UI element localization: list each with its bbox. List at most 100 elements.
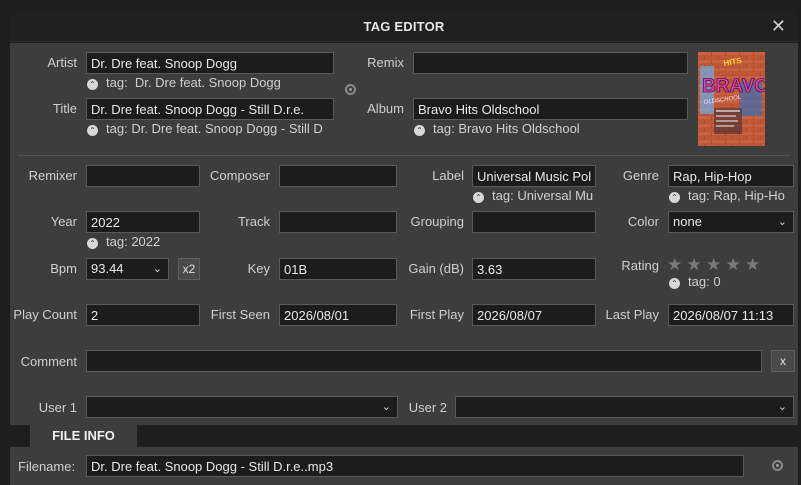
- tag-prefix: tag:: [688, 274, 710, 289]
- grouping-label: Grouping: [410, 214, 464, 229]
- section-divider: [18, 155, 790, 156]
- filename-label: Filename:: [18, 459, 76, 474]
- tag-prefix: tag:: [433, 121, 455, 136]
- chevron-up-circle-icon[interactable]: ⌃: [669, 278, 680, 289]
- user1-label: User 1: [38, 400, 77, 415]
- year-input[interactable]: [86, 211, 200, 233]
- user2-label: User 2: [408, 400, 447, 415]
- album-tag: ⌃ tag: Bravo Hits Oldschool: [414, 121, 689, 136]
- album-cover-art: HITS BRAVO OLDSCHOOL: [698, 52, 765, 146]
- file-info-section: Filename:: [10, 447, 798, 485]
- record-label-tag-value: Universal Mu: [517, 188, 594, 203]
- album-tag-value: Bravo Hits Oldschool: [458, 121, 580, 136]
- star-icon[interactable]: ★: [667, 255, 682, 275]
- bpm-select[interactable]: 93.44 ⌄: [86, 258, 169, 280]
- genre-tag-value: Rap, Hip-Ho: [713, 188, 785, 203]
- user2-select[interactable]: ⌄: [455, 396, 794, 418]
- tag-fields-panel: Artist ⌃ tag: Dr. Dre feat. Snoop Dogg Re…: [10, 43, 798, 425]
- chevron-down-icon: ⌄: [777, 401, 787, 413]
- tag-editor-window: TAG EDITOR ✕ Artist ⌃ tag: Dr. Dre feat. …: [0, 0, 801, 485]
- file-info-toggle-radio[interactable]: [772, 460, 783, 471]
- filename-input[interactable]: [86, 455, 744, 477]
- key-input[interactable]: [279, 258, 397, 280]
- star-icon[interactable]: ★: [745, 255, 760, 275]
- year-tag-value: 2022: [131, 234, 161, 249]
- artist-label: Artist: [47, 55, 77, 70]
- star-icon[interactable]: ★: [687, 255, 702, 275]
- grouping-input[interactable]: [472, 211, 596, 233]
- tab-file-info[interactable]: FILE INFO: [30, 425, 137, 447]
- label-label: Label: [432, 168, 464, 183]
- chevron-down-icon: ⌄: [152, 263, 162, 275]
- first-play-input[interactable]: [472, 304, 596, 326]
- genre-label: Genre: [622, 168, 659, 183]
- album-cover-image[interactable]: HITS BRAVO OLDSCHOOL: [698, 52, 765, 146]
- first-seen-input[interactable]: [279, 304, 397, 326]
- cover-brand-text: BRAVO: [702, 76, 765, 97]
- remix-label: Remix: [367, 55, 404, 70]
- rating-tag: ⌃ tag: 0: [669, 274, 795, 289]
- rating-stars[interactable]: ★ ★ ★ ★ ★: [667, 255, 777, 275]
- year-tag: ⌃ tag: 2022: [87, 234, 207, 249]
- color-label: Color: [627, 214, 659, 229]
- title-input[interactable]: [86, 98, 334, 120]
- genre-input[interactable]: [668, 165, 794, 187]
- gain-label: Gain (dB): [408, 261, 464, 276]
- remixer-label: Remixer: [28, 168, 77, 183]
- artist-tag-value: Dr. Dre feat. Snoop Dogg: [134, 75, 281, 90]
- genre-tag: ⌃ tag: Rap, Hip-Ho: [669, 188, 795, 203]
- color-select-value: none: [673, 214, 702, 229]
- remixer-input[interactable]: [86, 165, 200, 187]
- window-title: TAG EDITOR: [363, 19, 445, 34]
- star-icon[interactable]: ★: [706, 255, 721, 275]
- chevron-up-circle-icon[interactable]: ⌃: [87, 79, 98, 90]
- clear-comment-button[interactable]: x: [771, 350, 795, 372]
- comment-input[interactable]: [86, 350, 762, 372]
- title-label: Title: [52, 101, 77, 116]
- artist-input[interactable]: [86, 52, 334, 74]
- star-icon[interactable]: ★: [726, 255, 741, 275]
- rating-label: Rating: [621, 258, 659, 273]
- last-play-label: Last Play: [605, 307, 659, 322]
- play-count-label: Play Count: [13, 307, 77, 322]
- first-seen-label: First Seen: [210, 307, 270, 322]
- tag-prefix: tag:: [492, 188, 514, 203]
- title-tag: ⌃ tag: Dr. Dre feat. Snoop Dogg - Still D: [87, 121, 337, 136]
- composer-label: Composer: [210, 168, 270, 183]
- bpm-value: 93.44: [91, 261, 124, 276]
- track-input[interactable]: [279, 211, 397, 233]
- title-tag-value: Dr. Dre feat. Snoop Dogg - Still D: [131, 121, 323, 136]
- tag-prefix: tag:: [106, 75, 128, 90]
- record-label-input[interactable]: [472, 165, 596, 187]
- track-label: Track: [237, 214, 270, 229]
- bpm-label: Bpm: [50, 261, 77, 276]
- chevron-up-circle-icon[interactable]: ⌃: [414, 125, 425, 136]
- close-icon[interactable]: ✕: [771, 16, 786, 37]
- chevron-up-circle-icon[interactable]: ⌃: [473, 192, 484, 203]
- play-count-input[interactable]: [86, 304, 200, 326]
- tag-prefix: tag:: [688, 188, 710, 203]
- rating-tag-value: 0: [713, 274, 721, 289]
- record-label-tag: ⌃ tag: Universal Mu: [473, 188, 596, 203]
- artist-title-link-radio[interactable]: [345, 84, 356, 95]
- album-input[interactable]: [413, 98, 688, 120]
- chevron-up-circle-icon[interactable]: ⌃: [669, 192, 680, 203]
- last-play-input[interactable]: [668, 304, 794, 326]
- artist-tag: ⌃ tag: Dr. Dre feat. Snoop Dogg: [87, 75, 337, 90]
- bpm-x2-button[interactable]: x2: [178, 258, 200, 280]
- chevron-up-circle-icon[interactable]: ⌃: [87, 238, 98, 249]
- chevron-down-icon: ⌄: [381, 401, 391, 413]
- color-select[interactable]: none ⌄: [668, 211, 794, 233]
- remix-input[interactable]: [413, 52, 688, 74]
- user1-select[interactable]: ⌄: [86, 396, 398, 418]
- gain-input[interactable]: [472, 258, 596, 280]
- year-label: Year: [50, 214, 77, 229]
- title-bar: TAG EDITOR ✕: [10, 10, 798, 42]
- first-play-label: First Play: [409, 307, 464, 322]
- composer-input[interactable]: [279, 165, 397, 187]
- tag-prefix: tag:: [106, 121, 128, 136]
- chevron-down-icon: ⌄: [777, 216, 787, 228]
- chevron-up-circle-icon[interactable]: ⌃: [87, 125, 98, 136]
- album-label: Album: [367, 101, 404, 116]
- tag-prefix: tag:: [106, 234, 128, 249]
